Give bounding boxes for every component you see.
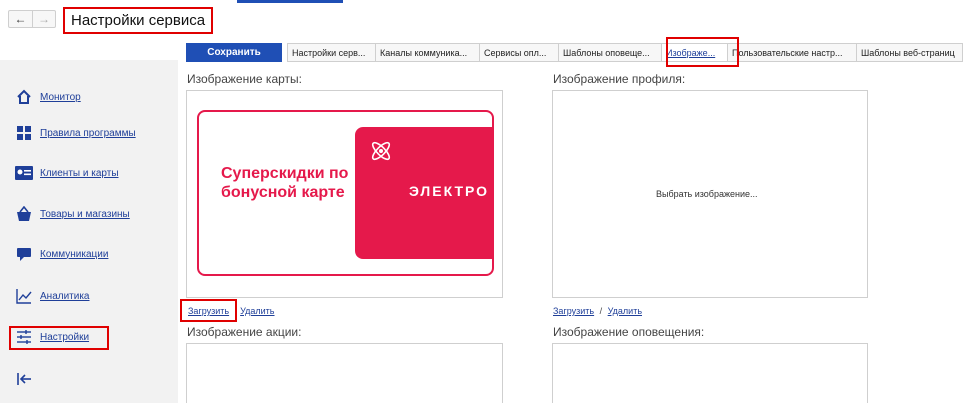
forward-arrow-icon[interactable]: → (31, 11, 55, 27)
sidebar-item-label: Коммуникации (40, 248, 109, 260)
id-card-icon (14, 163, 34, 183)
promo-image-box[interactable] (186, 343, 503, 403)
sidebar-item-label: Товары и магазины (40, 208, 130, 220)
sidebar: Монитор Правила программы Клиенты и карт… (0, 60, 178, 403)
home-icon (14, 87, 34, 107)
sidebar-item-label: Аналитика (40, 290, 90, 302)
sidebar-item-rules[interactable]: Правила программы (14, 122, 136, 144)
save-button[interactable]: Сохранить (186, 43, 282, 62)
sidebar-item-label: Монитор (40, 91, 81, 103)
page-title: Настройки сервиса (63, 7, 214, 34)
sidebar-item-communications[interactable]: Коммуникации (14, 243, 108, 265)
link-separator: / (599, 306, 603, 316)
back-arrow-icon[interactable]: ← (9, 11, 32, 27)
tab-highlight-frame (666, 37, 739, 67)
atom-logo-icon (367, 137, 395, 165)
profile-image-actions: Загрузить / Удалить (553, 306, 642, 316)
chat-icon (14, 244, 34, 264)
tab-communication-channels[interactable]: Каналы коммуника... (375, 43, 479, 62)
sidebar-item-label: Клиенты и карты (40, 167, 119, 179)
card-brand-text: ЭЛЕКТРО (409, 183, 490, 199)
promo-image-label: Изображение акции: (187, 325, 302, 339)
tab-payment-services[interactable]: Сервисы опл... (479, 43, 558, 62)
settings-tabs: Настройки серв... Каналы коммуника... Се… (287, 43, 963, 62)
sidebar-item-goods[interactable]: Товары и магазины (14, 203, 130, 225)
profile-upload-link[interactable]: Загрузить (553, 306, 594, 316)
header: ← → Настройки сервиса (0, 4, 974, 34)
history-nav: ← → (8, 10, 56, 28)
settings-highlight-frame (9, 326, 109, 350)
sidebar-collapse-button[interactable] (14, 368, 34, 390)
upload-highlight-frame (180, 299, 237, 322)
sidebar-item-monitor[interactable]: Монитор (14, 86, 81, 108)
notification-image-box[interactable] (552, 343, 868, 403)
chart-icon (14, 286, 34, 306)
collapse-arrow-icon (14, 369, 34, 389)
tab-web-page-templates[interactable]: Шаблоны веб-страниц (856, 43, 963, 62)
profile-image-placeholder[interactable]: Выбрать изображение... (656, 189, 758, 199)
rules-grid-icon (14, 123, 34, 143)
tab-notification-templates[interactable]: Шаблоны оповеще... (558, 43, 661, 62)
card-image-label: Изображение карты: (187, 72, 302, 86)
sidebar-item-analytics[interactable]: Аналитика (14, 285, 90, 307)
card-image-preview: Суперскидки по бонусной карте ЭЛЕКТРО (197, 110, 494, 276)
card-promo-text: Суперскидки по бонусной карте (221, 165, 349, 201)
top-tab-indicator (237, 0, 343, 3)
sidebar-item-clients[interactable]: Клиенты и карты (14, 162, 119, 184)
card-panel: ЭЛЕКТРО (355, 127, 492, 259)
profile-image-label: Изображение профиля: (553, 72, 686, 86)
basket-icon (14, 204, 34, 224)
page-root: ← → Настройки сервиса Монитор Правила пр… (0, 0, 974, 403)
tab-service-settings[interactable]: Настройки серв... (287, 43, 375, 62)
card-delete-link[interactable]: Удалить (240, 306, 274, 316)
profile-delete-link[interactable]: Удалить (608, 306, 642, 316)
sidebar-item-label: Правила программы (40, 127, 136, 139)
notification-image-label: Изображение оповещения: (553, 325, 705, 339)
tab-user-settings[interactable]: Пользовательские настр... (727, 43, 856, 62)
